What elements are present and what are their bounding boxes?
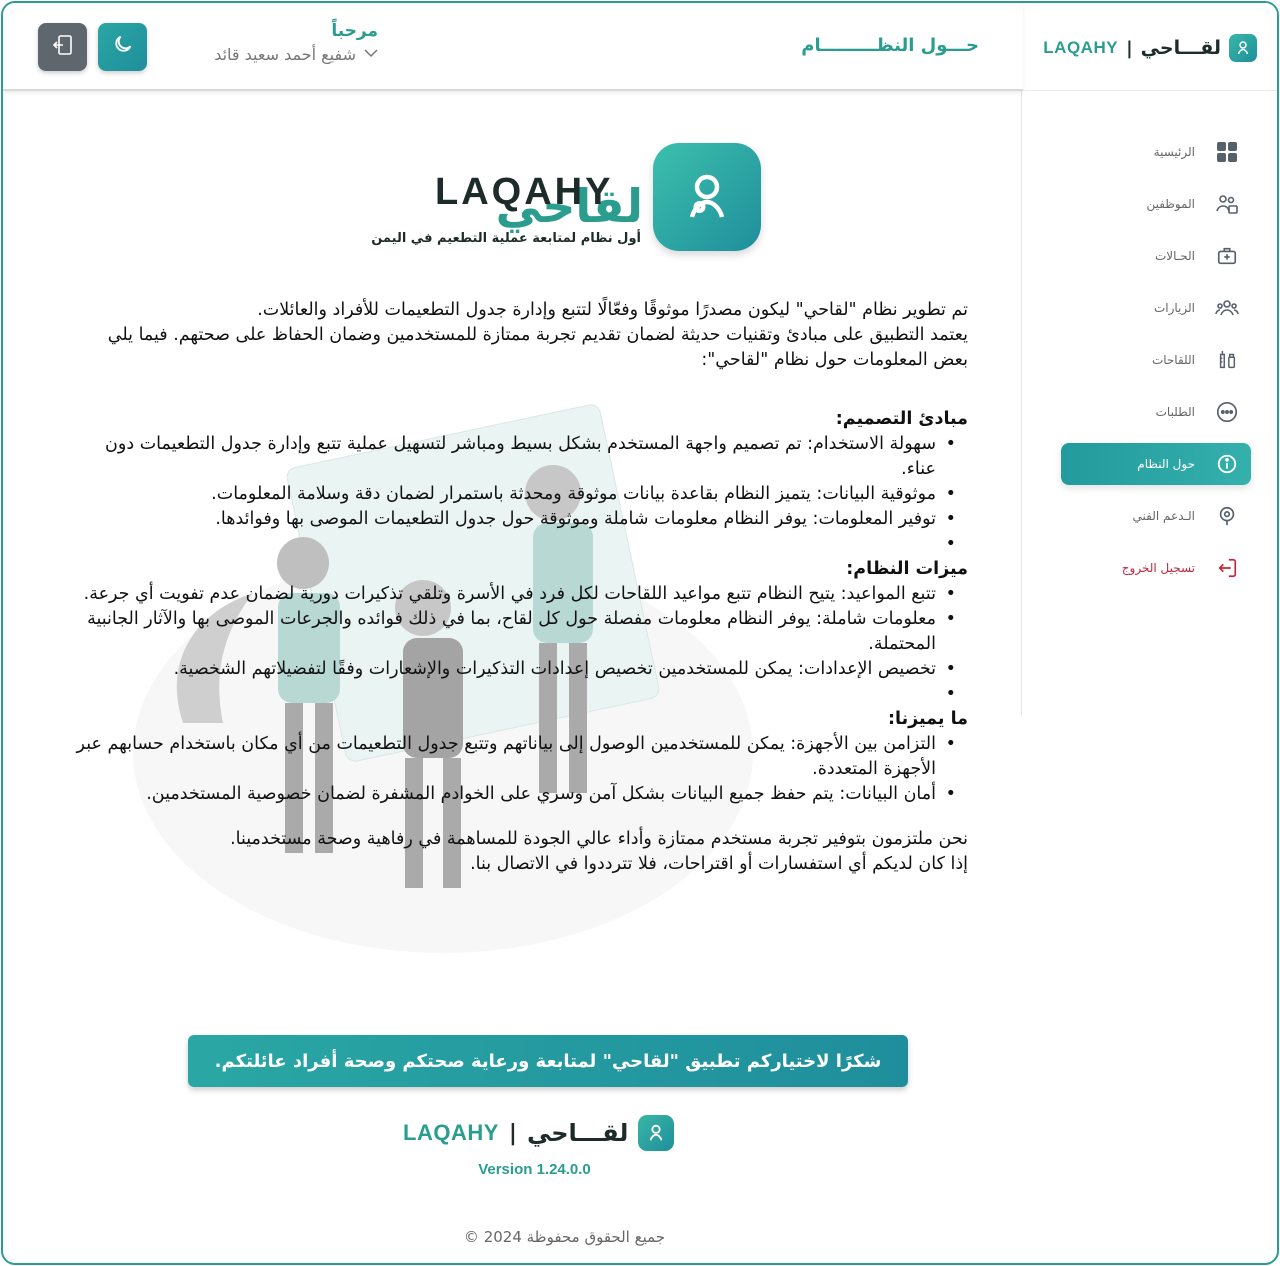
list-item: تخصيص الإعدادات: يمكن للمستخدمين تخصيص إ…	[73, 657, 956, 682]
list-item: تتبع المواعيد: يتيح النظام تتبع مواعيد ا…	[73, 582, 956, 607]
intro-paragraph: تم تطوير نظام "لقاحي" ليكون مصدرًا موثوق…	[257, 300, 968, 320]
brand-separator: |	[1126, 37, 1133, 59]
welcome-text: مرحباً	[331, 21, 378, 41]
exit-button[interactable]	[38, 23, 87, 71]
user-name: شفيع أحمد سعيد قائد	[214, 45, 356, 64]
user-menu[interactable]: مرحباً شفيع أحمد سعيد قائد	[153, 21, 378, 64]
intro-paragraph: يعتمد التطبيق على مبادئ وتقنيات حديثة لض…	[107, 325, 968, 370]
section-title-design: مبادئ التصميم:	[835, 409, 968, 429]
main-content: لقاحي LAQAHY أول نظام لمتابعة عملية التط…	[3, 93, 1023, 1263]
section-title-features: ميزات النظام:	[846, 559, 968, 579]
brand-name-en: LAQAHY	[403, 1120, 499, 1145]
list-item: أمان البيانات: يتم حفظ جميع البيانات بشك…	[73, 782, 956, 807]
list-item: توفير المعلومات: يوفر النظام معلومات شام…	[73, 507, 956, 532]
logo-text-en: LAQAHY	[435, 171, 614, 213]
moon-icon	[112, 33, 134, 61]
user-name-row: شفيع أحمد سعيد قائد	[153, 45, 378, 64]
laqahy-logo: لقاحي LAQAHY أول نظام لمتابعة عملية التط…	[349, 143, 761, 253]
page-title: حـــول النظـــــــــام	[801, 35, 979, 56]
brand-separator: |	[508, 1120, 517, 1146]
sidebar-item-label: الحـالات	[1154, 249, 1195, 263]
sidebar-brand[interactable]: لقـــاحي | LAQAHY	[1043, 33, 1257, 63]
section-title-distinct: ما يميزنا:	[888, 709, 968, 729]
sidebar-item-label: الطلبات	[1155, 405, 1195, 419]
thanks-banner: شكرًا لاختياركم تطبيق "لقاحي" لمتابعة ور…	[188, 1035, 908, 1087]
footer-brand: لقـــاحي | LAQAHY	[403, 1115, 675, 1151]
sidebar-item-label: تسجيل الخروج	[1121, 561, 1195, 575]
grid-icon	[1215, 140, 1239, 164]
list-item: سهولة الاستخدام: تم تصميم واجهة المستخدم…	[73, 432, 956, 482]
list-item: التزامن بين الأجهزة: يمكن للمستخدمين الو…	[73, 732, 956, 782]
theme-toggle-button[interactable]	[98, 23, 147, 71]
chevron-down-icon[interactable]	[364, 47, 378, 62]
top-header: حـــول النظـــــــــام مرحباً شفيع أحمد …	[3, 3, 1023, 91]
list-item	[73, 682, 956, 707]
sidebar-item-vaccines[interactable]: اللقاحات	[1059, 339, 1251, 381]
brand-name-ar: لقـــاحي	[1140, 37, 1221, 59]
sidebar-item-visits[interactable]: الزيارات	[1059, 287, 1251, 329]
brand-name-en: LAQAHY	[1043, 38, 1119, 57]
closing-paragraph: إذا كان لديكم أي استفسارات أو اقتراحات، …	[470, 854, 968, 874]
sidebar-item-label: الزيارات	[1153, 301, 1195, 315]
sidebar-item-label: الرئيسية	[1153, 145, 1195, 159]
sidebar-item-employees[interactable]: الموظفين	[1059, 183, 1251, 225]
sidebar-item-about[interactable]: حول النظام	[1061, 443, 1251, 485]
sidebar-item-label: اللقاحات	[1151, 353, 1195, 367]
sidebar-item-requests[interactable]: الطلبات	[1059, 391, 1251, 433]
sidebar: لقـــاحي | LAQAHY الرئيسية الموظفين الحـ…	[1021, 3, 1277, 715]
visits-icon	[1215, 296, 1239, 320]
list-item: معلومات شاملة: يوفر النظام معلومات مفصلة…	[73, 607, 956, 657]
copyright-text: جميع الحقوق محفوظة 2024 ©	[463, 1228, 666, 1246]
chat-icon	[1215, 400, 1239, 424]
list-item: موثوقية البيانات: يتميز النظام بقاعدة بي…	[73, 482, 956, 507]
distinct-list: التزامن بين الأجهزة: يمكن للمستخدمين الو…	[73, 732, 968, 807]
sidebar-item-logout[interactable]: تسجيل الخروج	[1059, 547, 1251, 589]
sidebar-item-label: حول النظام	[1137, 457, 1195, 471]
info-icon	[1215, 452, 1239, 476]
exit-icon	[51, 33, 75, 62]
closing-paragraph: نحن ملتزمون بتوفير تجربة مستخدم ممتازة و…	[230, 829, 968, 849]
sidebar-item-cases[interactable]: الحـالات	[1059, 235, 1251, 277]
sidebar-item-label: الموظفين	[1146, 197, 1195, 211]
baby-logo-icon	[653, 143, 761, 251]
sidebar-divider	[1022, 90, 1277, 91]
about-text: تم تطوير نظام "لقاحي" ليكون مصدرًا موثوق…	[73, 298, 968, 877]
employees-icon	[1215, 192, 1239, 216]
baby-logo-icon	[1229, 34, 1257, 62]
version-label: Version 1.24.0.0	[478, 1161, 591, 1178]
sidebar-item-label: الـدعم الفني	[1132, 509, 1195, 523]
features-list: تتبع المواعيد: يتيح النظام تتبع مواعيد ا…	[73, 582, 968, 707]
baby-logo-icon	[638, 1115, 675, 1151]
list-item	[73, 532, 956, 557]
logo-tagline: أول نظام لمتابعة عملية التطعيم في اليمن	[371, 231, 641, 246]
medical-kit-icon	[1215, 244, 1239, 268]
sidebar-item-home[interactable]: الرئيسية	[1059, 131, 1251, 173]
design-principles-list: سهولة الاستخدام: تم تصميم واجهة المستخدم…	[73, 432, 968, 557]
app-frame: لقـــاحي | LAQAHY الرئيسية الموظفين الحـ…	[1, 1, 1279, 1265]
support-icon	[1215, 504, 1239, 528]
vaccine-icon	[1215, 348, 1239, 372]
logout-icon	[1215, 556, 1239, 580]
sidebar-item-support[interactable]: الـدعم الفني	[1059, 495, 1251, 537]
brand-name-ar: لقـــاحي	[526, 1119, 629, 1147]
sidebar-nav: الرئيسية الموظفين الحـالات الزيارات اللق…	[1059, 131, 1251, 599]
